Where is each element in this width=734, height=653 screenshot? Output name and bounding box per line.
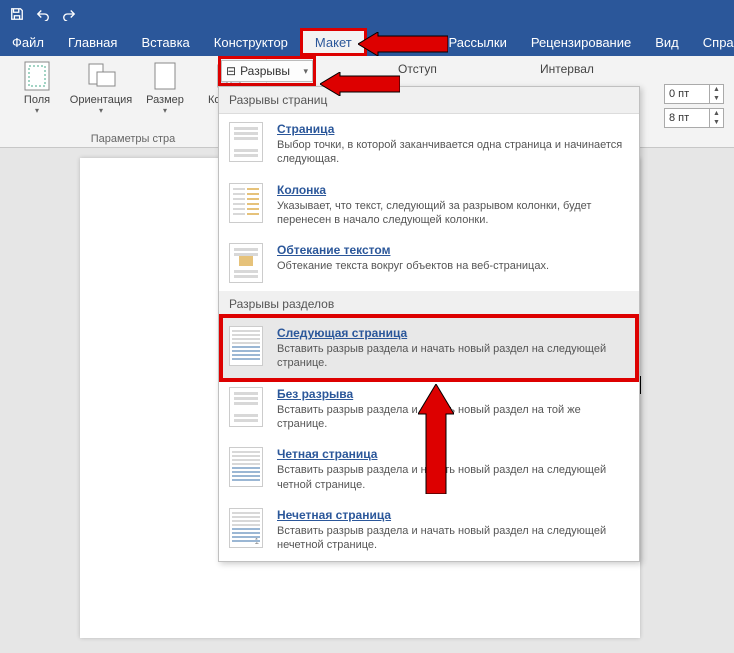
breaks-button[interactable]: ⊟ Разрывы ▾	[221, 60, 313, 82]
break-next-page-item[interactable]: Следующая страницаВставить разрыв раздел…	[219, 318, 639, 379]
text-cursor	[640, 376, 641, 394]
text-wrap-break-icon	[229, 243, 263, 283]
break-column-item[interactable]: КолонкаУказывает, что текст, следующий з…	[219, 175, 639, 236]
spin-up-icon[interactable]: ▲	[710, 109, 723, 118]
tab-layout[interactable]: Макет	[300, 28, 367, 56]
tab-help[interactable]: Справка	[691, 28, 734, 56]
spacing-before-spinner[interactable]: 0 пт ▲▼	[664, 84, 724, 104]
margins-icon	[21, 60, 53, 92]
break-page-item[interactable]: СтраницаВыбор точки, в которой заканчива…	[219, 114, 639, 175]
page-break-icon	[229, 122, 263, 162]
size-button[interactable]: Размер▾	[136, 60, 194, 115]
interval-label: Интервал	[540, 62, 594, 76]
orientation-icon	[85, 60, 117, 92]
tab-design[interactable]: Конструктор	[202, 28, 300, 56]
tab-insert[interactable]: Вставка	[129, 28, 201, 56]
orientation-button[interactable]: Ориентация▾	[72, 60, 130, 115]
size-icon	[149, 60, 181, 92]
spin-down-icon[interactable]: ▼	[710, 94, 723, 103]
quick-access-toolbar	[0, 0, 734, 28]
spin-down-icon[interactable]: ▼	[710, 118, 723, 127]
even-page-break-icon	[229, 447, 263, 487]
save-icon[interactable]	[6, 3, 28, 25]
page-setup-caption: Параметры стра	[91, 133, 175, 145]
undo-icon[interactable]	[32, 3, 54, 25]
margins-button[interactable]: Поля▾	[8, 60, 66, 115]
break-textwrap-item[interactable]: Обтекание текстомОбтекание текста вокруг…	[219, 235, 639, 291]
dropdown-section-section-breaks: Разрывы разделов	[219, 291, 639, 318]
tab-review[interactable]: Рецензирование	[519, 28, 643, 56]
indent-label: Отступ	[398, 62, 437, 76]
break-odd-page-item[interactable]: Нечетная страницаВставить разрыв раздела…	[219, 500, 639, 561]
annotation-arrow-to-breaks	[320, 72, 400, 96]
column-break-icon	[229, 183, 263, 223]
odd-page-break-icon	[229, 508, 263, 548]
spacing-controls: 0 пт ▲▼ 8 пт ▲▼	[664, 84, 724, 128]
annotation-arrow-to-next-page	[418, 384, 454, 494]
tab-mailings[interactable]: Рассылки	[436, 28, 518, 56]
continuous-break-icon	[229, 387, 263, 427]
redo-icon[interactable]	[58, 3, 80, 25]
spin-up-icon[interactable]: ▲	[710, 85, 723, 94]
tab-home[interactable]: Главная	[56, 28, 129, 56]
tab-view[interactable]: Вид	[643, 28, 691, 56]
next-page-break-icon	[229, 326, 263, 366]
dropdown-section-page-breaks: Разрывы страниц	[219, 87, 639, 114]
annotation-arrow-to-layout-tab	[358, 32, 448, 56]
tab-file[interactable]: Файл	[0, 28, 56, 56]
breaks-icon: ⊟	[226, 64, 236, 78]
spacing-after-spinner[interactable]: 8 пт ▲▼	[664, 108, 724, 128]
